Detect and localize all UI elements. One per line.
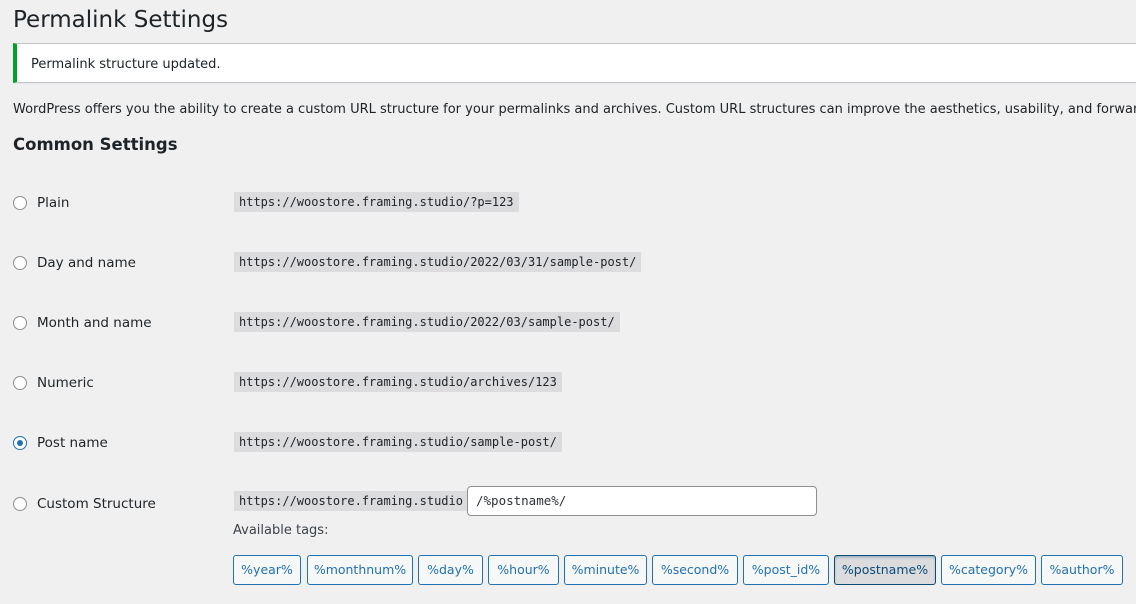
radio-numeric[interactable] (13, 376, 27, 390)
radio-plain[interactable] (13, 196, 27, 210)
custom-structure-base-url: https://woostore.framing.studio (234, 491, 468, 511)
tag-button-minute[interactable]: %minute% (564, 555, 647, 585)
tag-button-second[interactable]: %second% (652, 555, 738, 585)
radio-post-name[interactable] (13, 436, 27, 450)
example-url-numeric: https://woostore.framing.studio/archives… (234, 372, 562, 392)
example-url-post-name: https://woostore.framing.studio/sample-p… (234, 432, 562, 452)
success-notice: Permalink structure updated. (13, 43, 1136, 83)
tag-button-postname[interactable]: %postname% (834, 555, 936, 585)
tag-button-day[interactable]: %day% (418, 555, 483, 585)
option-label-custom-structure[interactable]: Custom Structure (37, 495, 156, 513)
permalink-settings-page: Permalink Settings Permalink structure u… (0, 0, 1136, 604)
option-label-numeric[interactable]: Numeric (37, 374, 94, 392)
option-label-plain[interactable]: Plain (37, 194, 69, 212)
tag-button-monthnum[interactable]: %monthnum% (307, 555, 413, 585)
tag-button-year[interactable]: %year% (233, 555, 301, 585)
tag-button-category[interactable]: %category% (941, 555, 1036, 585)
tag-button-author[interactable]: %author% (1041, 555, 1123, 585)
radio-custom-structure[interactable] (13, 497, 27, 511)
available-tags-label: Available tags: (233, 523, 329, 538)
custom-structure-input[interactable]: /%postname%/ (467, 486, 817, 516)
example-url-month-and-name: https://woostore.framing.studio/2022/03/… (234, 312, 620, 332)
notice-message: Permalink structure updated. (31, 57, 221, 72)
option-label-month-and-name[interactable]: Month and name (37, 314, 152, 332)
example-url-day-and-name: https://woostore.framing.studio/2022/03/… (234, 252, 642, 272)
radio-day-and-name[interactable] (13, 256, 27, 270)
radio-month-and-name[interactable] (13, 316, 27, 330)
intro-text: WordPress offers you the ability to crea… (13, 102, 1136, 117)
option-label-day-and-name[interactable]: Day and name (37, 254, 136, 272)
tag-button-hour[interactable]: %hour% (488, 555, 559, 585)
option-label-post-name[interactable]: Post name (37, 434, 108, 452)
section-title-common-settings: Common Settings (13, 135, 178, 154)
example-url-plain: https://woostore.framing.studio/?p=123 (234, 192, 519, 212)
page-title: Permalink Settings (13, 7, 229, 33)
tag-button-post-id[interactable]: %post_id% (743, 555, 829, 585)
